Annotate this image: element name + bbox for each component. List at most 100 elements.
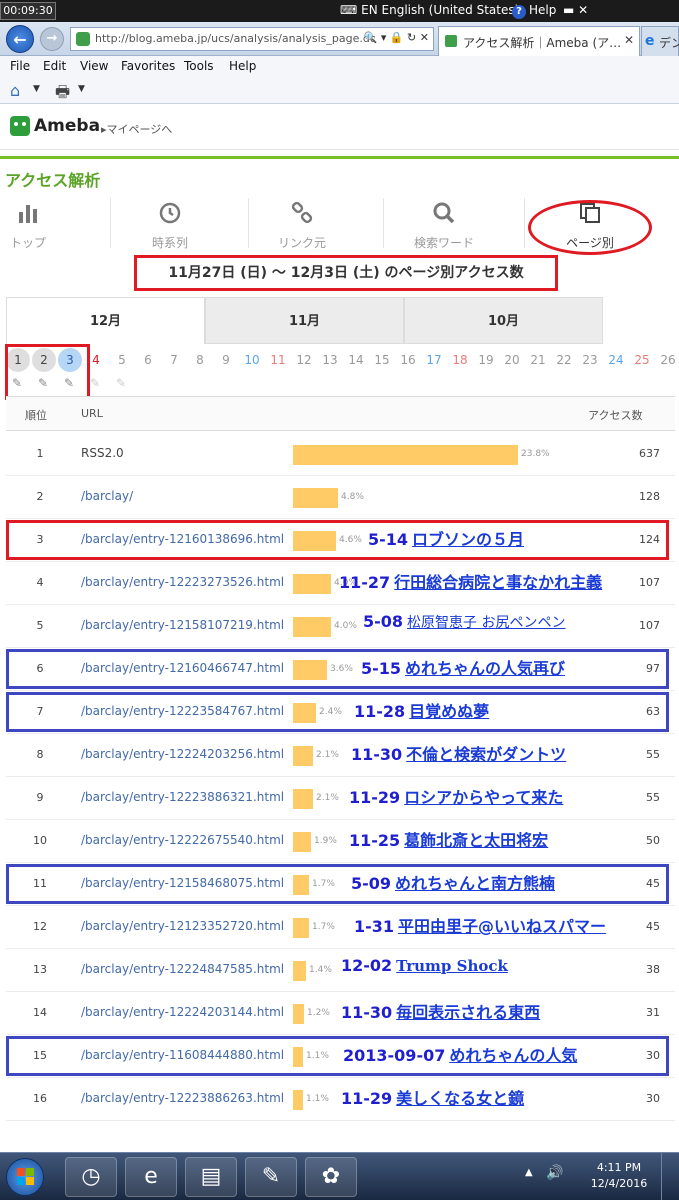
- row-access-count: 55: [646, 791, 660, 804]
- tray-expand-icon[interactable]: ▲: [525, 1167, 533, 1178]
- day-11: 11: [270, 353, 286, 367]
- annotation-title: 葛飾北斎と太田将宏: [404, 831, 549, 850]
- day-17: 17: [426, 353, 442, 367]
- access-share-percent: 23.8%: [521, 449, 550, 459]
- tab-time-series[interactable]: 時系列: [120, 198, 220, 252]
- clock-app[interactable]: ◷: [65, 1157, 117, 1197]
- handwritten-annotation: 11-27 行田総合病院と事なかれ主義: [339, 569, 602, 593]
- tab-referrer[interactable]: リンク元: [252, 198, 352, 252]
- row-url-link[interactable]: /barclay/entry-12223886263.html: [81, 1091, 284, 1105]
- windows-logo-icon: [17, 1168, 35, 1186]
- row-url-link[interactable]: /barclay/entry-12224203256.html: [81, 747, 284, 761]
- browser-tab-active[interactable]: アクセス解析｜Ameba (ア… ✕: [438, 26, 640, 56]
- col-url-header: URL: [81, 407, 103, 420]
- table-row: 9/barclay/entry-12223886321.html 2.1% 55 11…: [6, 777, 675, 820]
- access-share-percent: 1.9%: [314, 836, 337, 846]
- explorer-app[interactable]: ▤: [185, 1157, 237, 1197]
- tab-search-words[interactable]: 検索ワード: [392, 198, 496, 252]
- access-share-bar: [293, 445, 518, 465]
- handwritten-annotation: 11-29 ロシアからやって来た: [349, 784, 563, 808]
- language-indicator[interactable]: ⌨ EN English (United States): [340, 3, 519, 17]
- row-access-count: 55: [646, 748, 660, 761]
- annotation-oval: [528, 200, 652, 255]
- pencil-icon: ✎: [90, 376, 101, 390]
- col-rank-header: 順位: [25, 409, 47, 422]
- forward-button[interactable]: →: [40, 27, 64, 51]
- window-controls[interactable]: ▬ ✕: [563, 3, 588, 17]
- tray-clock[interactable]: 4:11 PM 12/4/2016: [588, 1160, 650, 1192]
- forward-arrow-icon: →: [46, 31, 58, 46]
- tab-top[interactable]: トップ: [0, 198, 56, 252]
- tab-divider: [383, 198, 384, 248]
- access-share-percent: 1.1%: [306, 1094, 329, 1104]
- row-url-link[interactable]: /barclay/: [81, 489, 133, 503]
- table-row: 2/barclay/4.8% 128: [6, 476, 675, 519]
- command-bar: ⌂ ▼ 🖶 ▼: [0, 77, 679, 104]
- row-url-link[interactable]: /barclay/entry-12123352720.html: [81, 919, 284, 933]
- menu-file[interactable]: File: [10, 59, 30, 73]
- address-bar[interactable]: http://blog.ameba.jp/ucs/analysis/analys…: [70, 27, 434, 51]
- menu-edit[interactable]: Edit: [43, 59, 66, 73]
- row-access-count: 107: [639, 576, 660, 589]
- paint-app[interactable]: ✿: [305, 1157, 357, 1197]
- address-url[interactable]: http://blog.ameba.jp/ucs/analysis/analys…: [95, 32, 375, 45]
- pencil-icon: ✎: [116, 376, 127, 390]
- menu-tools[interactable]: Tools: [184, 59, 214, 73]
- day-21: 21: [530, 353, 546, 367]
- tab-time-label: 時系列: [151, 236, 188, 250]
- row-url-link[interactable]: /barclay/entry-12224203144.html: [81, 1005, 284, 1019]
- handwritten-annotation: 11-25 葛飾北斎と太田将宏: [349, 827, 548, 851]
- month-tab-november[interactable]: 11月: [205, 297, 404, 344]
- tab-close-icon[interactable]: ✕: [624, 33, 634, 47]
- home-dropdown-icon[interactable]: ▼: [33, 84, 40, 94]
- row-access-count: 107: [639, 619, 660, 632]
- access-share-percent: 1.4%: [309, 965, 332, 975]
- tray-date: 12/4/2016: [590, 1177, 648, 1190]
- day-14: 14: [348, 353, 364, 367]
- back-button[interactable]: ←: [6, 25, 34, 53]
- recording-clock: 00:09:30: [0, 2, 56, 20]
- row-url-link[interactable]: /barclay/entry-12158107219.html: [81, 618, 284, 632]
- start-button[interactable]: [6, 1158, 44, 1196]
- browser-navigation-bar: ← → http://blog.ameba.jp/ucs/analysis/an…: [0, 22, 679, 56]
- period-heading: 11月27日 (日) 〜 12月3日 (土) のページ別アクセス数: [134, 255, 558, 291]
- day-20: 20: [504, 353, 520, 367]
- menu-help[interactable]: Help: [229, 59, 256, 73]
- language-label: EN English (United States): [361, 3, 520, 17]
- ameba-logo[interactable]: Ameba: [34, 116, 100, 136]
- mypage-link[interactable]: ▸マイページへ: [101, 121, 172, 137]
- show-desktop-button[interactable]: [661, 1153, 679, 1200]
- volume-icon[interactable]: 🔊: [546, 1165, 563, 1181]
- month-tab-december[interactable]: 12月: [6, 297, 205, 344]
- row-url-link[interactable]: /barclay/entry-12222675540.html: [81, 833, 284, 847]
- menu-favorites[interactable]: Favorites: [121, 59, 175, 73]
- home-icon[interactable]: ⌂: [10, 81, 20, 100]
- ameba-logo-icon[interactable]: [10, 116, 30, 136]
- table-row: 8/barclay/entry-12224203256.html 2.1% 55 11…: [6, 734, 675, 777]
- window-title-bar: 00:09:30 ⌨ EN English (United States) ? H…: [0, 0, 679, 22]
- tab-search-label: 検索ワード: [413, 236, 474, 250]
- browser-tab-inactive[interactable]: e デン: [641, 26, 679, 56]
- table-row: 14/barclay/entry-12224203144.html 1.2% 31 1…: [6, 992, 675, 1035]
- print-dropdown-icon[interactable]: ▼: [78, 84, 85, 94]
- annotation-title: ロシアからやって来た: [404, 788, 564, 807]
- day-26: 26: [660, 353, 676, 367]
- handwritten-annotation: 11-29 美しくなる女と鏡: [341, 1085, 524, 1109]
- ie-app[interactable]: e: [125, 1157, 177, 1197]
- day-9: 9: [222, 353, 230, 367]
- access-share-bar: [293, 1090, 303, 1110]
- help-label: Help: [529, 3, 557, 17]
- access-share-percent: 2.1%: [316, 750, 339, 760]
- row-url-link[interactable]: /barclay/entry-12223886321.html: [81, 790, 284, 804]
- notepad-app[interactable]: ✎: [245, 1157, 297, 1197]
- row-url-link[interactable]: /barclay/entry-12224847585.html: [81, 962, 284, 976]
- month-tab-october[interactable]: 10月: [404, 297, 603, 344]
- help-button[interactable]: ? Help: [512, 3, 556, 19]
- annotation-title: Trump Shock: [396, 957, 508, 975]
- address-tools[interactable]: 🔍 ▾ 🔒 ↻ ✕: [364, 31, 429, 44]
- menu-view[interactable]: View: [80, 59, 108, 73]
- row-url-link[interactable]: /barclay/entry-12223273526.html: [81, 575, 284, 589]
- tab-divider: [248, 198, 249, 248]
- handwritten-annotation: 1-31 平田由里子@いいねスパマー: [354, 913, 606, 937]
- site-favicon-icon: [76, 32, 90, 46]
